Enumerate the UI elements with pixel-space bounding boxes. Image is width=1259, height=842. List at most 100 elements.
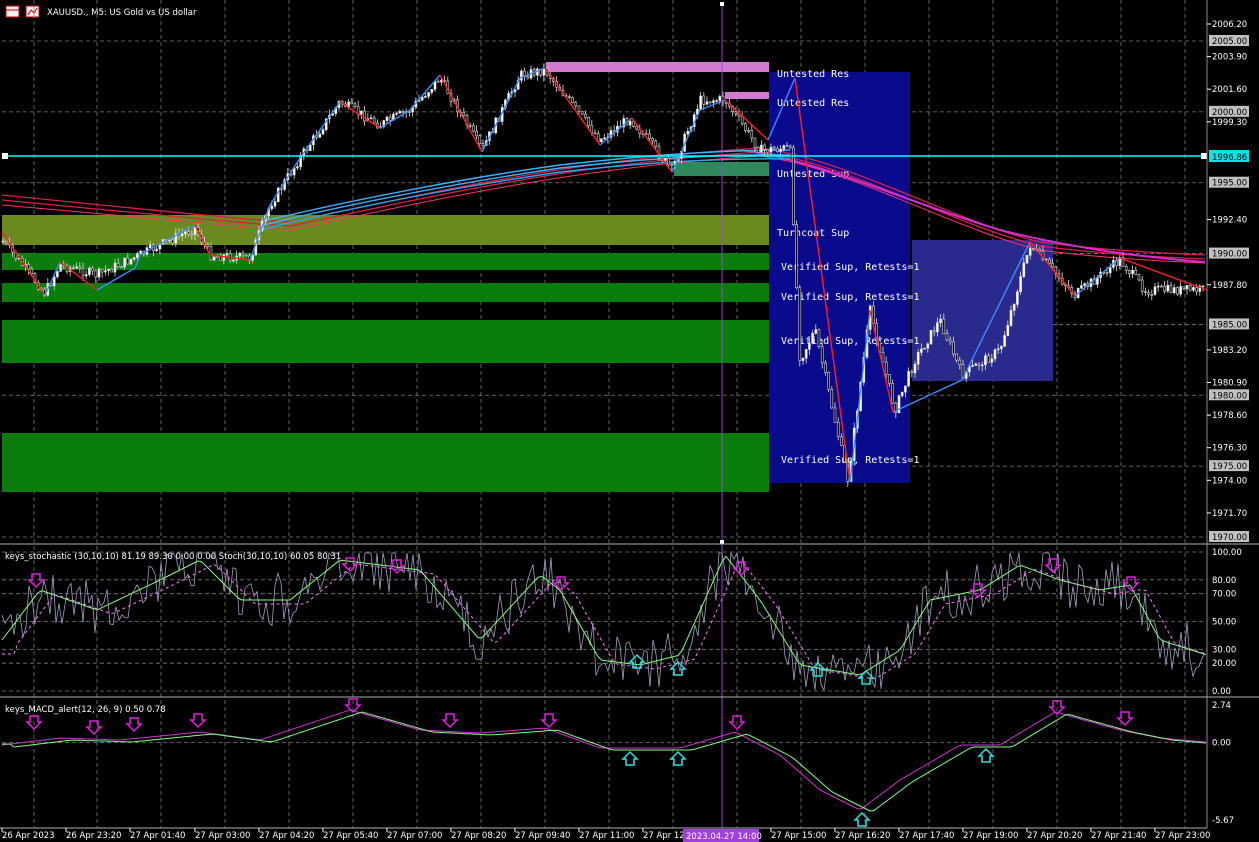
candle-body [520, 70, 523, 81]
candle-body [980, 364, 984, 367]
candle-body [817, 329, 821, 347]
candle-body [996, 348, 1000, 351]
olive-zone [2, 215, 769, 245]
candle-body [1137, 274, 1141, 281]
candle-body [97, 268, 101, 278]
time-label: 27 Apr 09:40 [515, 831, 570, 841]
candle-body [94, 270, 98, 278]
zone-label: Verified Sup, Retests=1 [781, 262, 919, 273]
candle-body [100, 268, 104, 273]
candle-body [72, 267, 75, 270]
title-bar: XAUUSD., M5: US Gold vs US dollar [5, 5, 197, 18]
chart-window-icon[interactable] [5, 5, 20, 18]
price-tick: 1971.70 [1212, 509, 1247, 519]
resistance-zone-2 [725, 92, 769, 99]
candle-body [1169, 284, 1173, 293]
candle-body [1163, 285, 1166, 292]
candle-body [1032, 248, 1035, 250]
candle-body [990, 358, 994, 363]
time-label: 27 Apr 17:40 [899, 831, 954, 841]
candle-body [1140, 279, 1144, 292]
candle-body [273, 201, 277, 207]
candle-body [401, 110, 405, 113]
candle-body [814, 329, 818, 334]
candle-body [827, 372, 830, 390]
candle-body [971, 365, 974, 367]
candle-body [372, 117, 376, 124]
candle-body [427, 92, 430, 97]
candle-body [1022, 262, 1026, 277]
candle-body [1188, 285, 1192, 291]
vertical-line-handle[interactable] [720, 540, 724, 544]
candle-body [184, 231, 187, 235]
candle-body [171, 239, 174, 244]
candle-body [212, 256, 216, 261]
price-line-handle[interactable] [2, 153, 8, 159]
blue-box [769, 72, 910, 483]
candle-body [78, 266, 82, 269]
candle-body [4, 240, 8, 243]
candle-body [1124, 266, 1128, 271]
candle-body [900, 391, 904, 397]
support-zone-2 [2, 283, 769, 302]
time-label: 27 Apr 12 [643, 831, 685, 841]
candle-body [296, 166, 299, 169]
candle-body [353, 103, 357, 107]
candle-body [1108, 267, 1112, 274]
candle-body [929, 330, 933, 345]
candle-body [718, 96, 722, 101]
chart-background [0, 0, 1259, 842]
candle-body [1016, 291, 1019, 305]
candle-body [702, 95, 706, 105]
candle-body [481, 143, 485, 146]
candle-body [776, 148, 779, 152]
candle-body [584, 113, 587, 118]
zone-label: Untested Res [777, 98, 849, 109]
candle-body [120, 266, 123, 269]
candle-body [635, 126, 638, 130]
stoch-level: 20.00 [1212, 659, 1236, 669]
candle-body [568, 96, 571, 98]
candle-body [318, 133, 322, 138]
candle-body [1150, 293, 1154, 296]
candle-body [468, 124, 472, 127]
candle-body [955, 353, 958, 361]
vertical-line-handle[interactable] [720, 2, 724, 6]
candle-body [984, 355, 987, 366]
candle-body [478, 135, 482, 145]
candle-body [360, 110, 363, 115]
candle-body [59, 264, 62, 272]
candle-body [1201, 285, 1205, 288]
candle-body [84, 274, 88, 277]
candle-body [27, 264, 30, 270]
candle-body [107, 268, 110, 271]
price-line-handle[interactable] [1201, 153, 1207, 159]
candle-body [238, 252, 242, 257]
candle-body [1048, 258, 1051, 264]
candle-body [977, 363, 981, 366]
candle-body [769, 146, 773, 153]
candle-body [974, 363, 978, 366]
candle-body [56, 271, 59, 278]
candle-body [408, 111, 411, 113]
trading-chart[interactable]: XAUUSD., M5: US Gold vs US dollar 100.00… [0, 0, 1259, 842]
candle-body [923, 347, 926, 350]
candle-body [756, 146, 760, 153]
candle-body [942, 318, 946, 334]
candle-body [1185, 285, 1189, 290]
resistance-zone-1 [546, 62, 769, 72]
candle-body [916, 352, 920, 365]
stoch-level: 50.00 [1212, 618, 1236, 628]
time-axis: 26 Apr 2023 26 Apr 23:20 27 Apr 01:40 27 Ap… [1, 828, 1210, 842]
stoch-level: 0.00 [1212, 687, 1231, 697]
candle-body [1105, 272, 1109, 274]
candle-body [136, 253, 139, 258]
candle-body [804, 349, 808, 359]
time-label: 27 Apr 04:20 [259, 831, 314, 841]
candle-body [833, 407, 837, 423]
candle-body [139, 250, 142, 254]
price-tick: 2003.90 [1212, 53, 1247, 63]
candle-body [1153, 286, 1157, 295]
candle-body [580, 111, 584, 115]
candle-body [667, 157, 670, 166]
